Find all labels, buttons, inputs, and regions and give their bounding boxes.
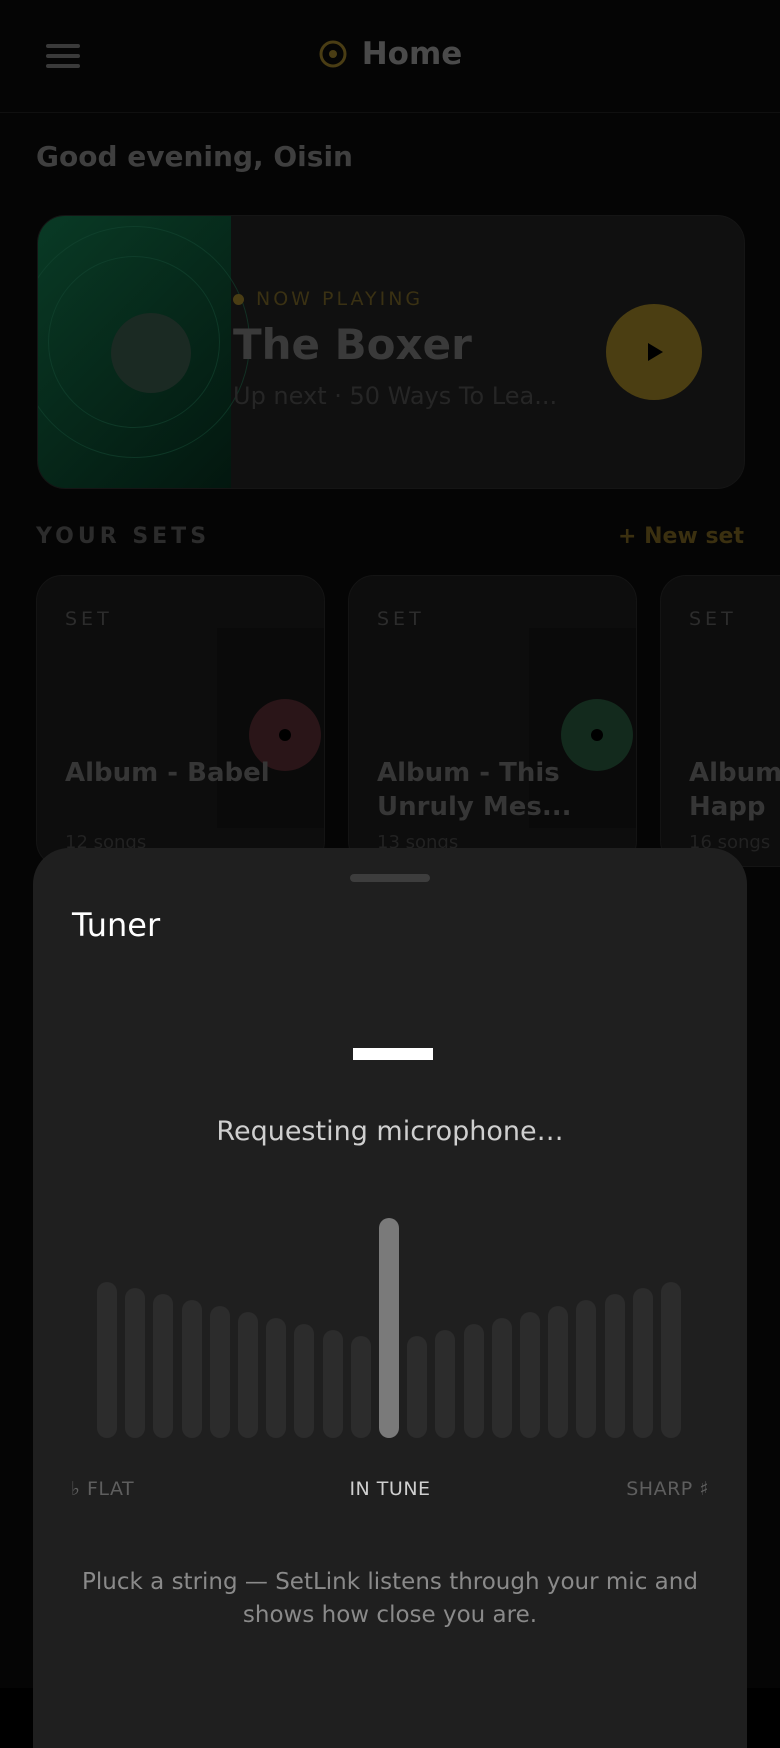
header-title-group: Home	[0, 36, 780, 72]
sheet-drag-handle[interactable]	[350, 874, 430, 882]
meter-bar	[266, 1318, 287, 1438]
page-title: Home	[361, 36, 463, 72]
set-card[interactable]: SET Album - This Unruly Mes... 13 songs	[348, 575, 637, 867]
meter-bar	[407, 1336, 428, 1438]
meter-bar	[153, 1294, 174, 1438]
meter-bar	[491, 1318, 512, 1438]
tuner-title: Tuner	[72, 906, 161, 944]
meter-bar	[548, 1306, 569, 1438]
tuner-hint: Pluck a string — SetLink listens through…	[82, 1569, 698, 1628]
set-title: Album - This Unruly Mes...	[377, 758, 572, 822]
meter-bar	[181, 1300, 202, 1438]
tuner-sheet: Tuner Requesting microphone… ♭ FLAT IN T…	[33, 848, 747, 1748]
set-title: Album - Happ	[689, 758, 780, 822]
now-playing-label-row: NOW PLAYING	[233, 288, 423, 310]
meter-bar	[435, 1330, 456, 1438]
play-button[interactable]	[606, 304, 702, 400]
meter-bar	[604, 1294, 625, 1438]
now-playing-subtitle: Up next · 50 Ways To Lea...	[233, 382, 558, 410]
live-dot-icon	[233, 293, 244, 305]
meter-bar	[97, 1282, 117, 1438]
tuner-status-text: Requesting microphone…	[216, 1116, 564, 1147]
set-card[interactable]: SET Album - Babel 12 songs	[36, 575, 325, 867]
set-tag: SET	[65, 608, 113, 630]
meter-bar	[520, 1312, 540, 1438]
meter-bar	[661, 1282, 681, 1438]
meter-bar	[576, 1300, 597, 1438]
now-playing-title: The Boxer	[233, 320, 472, 369]
meter-bar	[125, 1288, 146, 1438]
meter-bar	[463, 1324, 484, 1438]
meter-bar	[209, 1306, 230, 1438]
meter-bar	[350, 1336, 371, 1438]
top-bar: Home	[0, 0, 780, 113]
meter-bar	[632, 1288, 653, 1438]
set-tag: SET	[377, 608, 425, 630]
greeting-text: Good evening, Oisin	[36, 140, 353, 173]
meter-bar	[294, 1324, 315, 1438]
target-icon	[319, 40, 347, 68]
meter-bar	[322, 1330, 343, 1438]
set-title: Album - Babel	[65, 758, 270, 788]
meter-center-bar	[379, 1218, 399, 1438]
set-tag: SET	[689, 608, 737, 630]
now-playing-label: NOW PLAYING	[256, 288, 424, 310]
meter-bar	[238, 1312, 258, 1438]
detected-note-placeholder	[353, 1048, 433, 1060]
tuning-meter	[97, 1218, 687, 1438]
new-set-button[interactable]: + New set	[618, 524, 744, 549]
now-playing-artwork	[38, 216, 250, 488]
sets-heading: YOUR SETS	[36, 524, 211, 549]
sharp-label: SHARP ♯	[626, 1478, 709, 1500]
play-icon	[648, 343, 663, 361]
set-card[interactable]: SET Album - Happ 16 songs	[660, 575, 780, 867]
